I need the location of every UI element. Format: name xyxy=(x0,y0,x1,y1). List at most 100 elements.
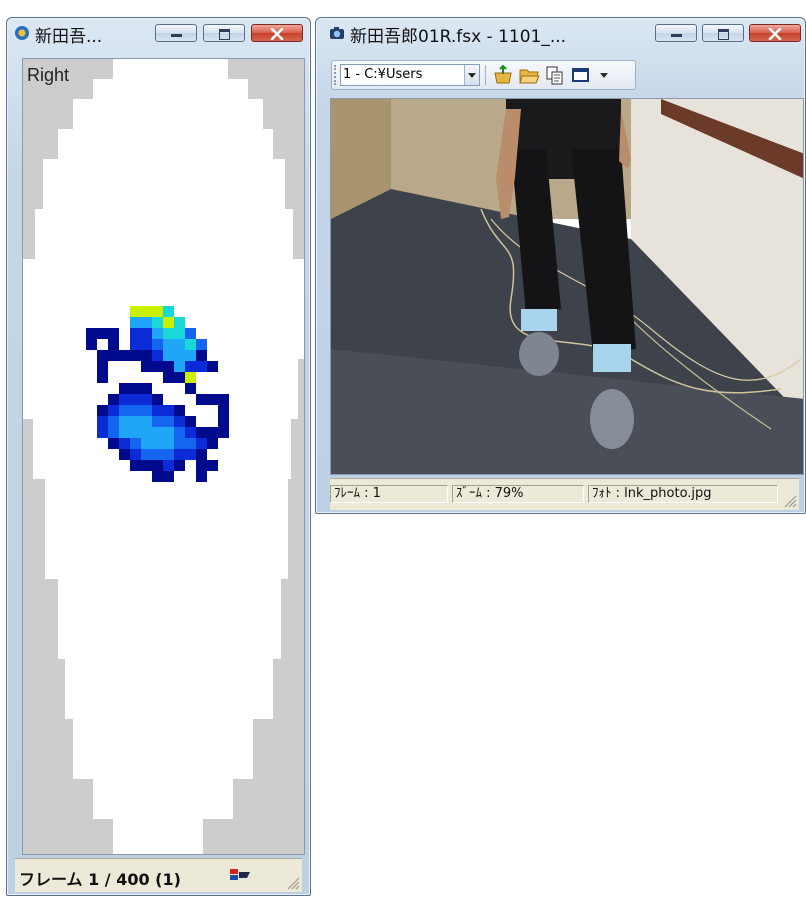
pressure-cell xyxy=(207,361,218,372)
pressure-cell xyxy=(163,416,174,427)
zoom-status: ｽﾞｰﾑ : 79% xyxy=(452,485,584,503)
pressure-cell xyxy=(174,438,185,449)
pressure-cell xyxy=(108,438,119,449)
pressure-cell xyxy=(185,427,196,438)
pressure-cell xyxy=(174,405,185,416)
pressure-cell xyxy=(141,383,152,394)
pressure-cell xyxy=(163,361,174,372)
pressure-cell xyxy=(174,317,185,328)
pressure-cell xyxy=(119,416,130,427)
pressure-cell xyxy=(97,405,108,416)
pressure-cell xyxy=(119,427,130,438)
pressure-cell xyxy=(141,405,152,416)
pressure-cell xyxy=(196,339,207,350)
pressure-cell xyxy=(141,350,152,361)
minimize-icon xyxy=(671,34,682,37)
minimize-button[interactable] xyxy=(155,24,197,42)
pressure-cell xyxy=(152,350,163,361)
pressure-cell xyxy=(130,306,141,317)
pressure-cell xyxy=(185,350,196,361)
pressure-cell xyxy=(152,427,163,438)
open-folder-icon[interactable] xyxy=(518,64,540,86)
pressure-cell xyxy=(141,306,152,317)
status-bar: フレーム 1 / 400 (1) xyxy=(15,858,302,892)
pressure-cell xyxy=(174,449,185,460)
pressure-cell xyxy=(130,405,141,416)
maximize-icon xyxy=(219,29,230,40)
pressure-cell xyxy=(141,438,152,449)
pressure-cell xyxy=(152,416,163,427)
photo-status: ﾌｫﾄ : lnk_photo.jpg xyxy=(588,485,778,503)
pressure-cell xyxy=(174,328,185,339)
pressure-cell xyxy=(141,449,152,460)
pressure-cell xyxy=(163,471,174,482)
photo-window-titlebar[interactable]: 新田吾郎01R.fsx - 1101_... xyxy=(316,18,805,48)
close-button[interactable] xyxy=(251,24,303,42)
pressure-cell xyxy=(97,372,108,383)
pressure-cell xyxy=(141,416,152,427)
minimize-icon xyxy=(171,34,182,37)
copy-icon[interactable] xyxy=(544,64,566,86)
pressure-cell xyxy=(207,394,218,405)
pressure-cell xyxy=(185,383,196,394)
pressure-cell xyxy=(130,328,141,339)
pressure-cell xyxy=(130,449,141,460)
pressure-cell xyxy=(185,361,196,372)
pressure-cell xyxy=(141,460,152,471)
pressure-cell xyxy=(218,416,229,427)
pressure-cell xyxy=(141,394,152,405)
pressure-cell xyxy=(196,449,207,460)
pressure-cell xyxy=(152,460,163,471)
pressure-cell xyxy=(185,328,196,339)
pressure-cell xyxy=(174,372,185,383)
pressure-cell xyxy=(152,405,163,416)
resize-grip-icon[interactable] xyxy=(783,494,797,508)
toolbar-dropdown-icon[interactable] xyxy=(600,73,608,78)
pressure-cell xyxy=(196,350,207,361)
pressure-cell xyxy=(152,471,163,482)
frame-counter: フレーム 1 / 400 (1) xyxy=(19,870,181,889)
pressure-cell xyxy=(119,405,130,416)
pressure-cell xyxy=(174,350,185,361)
pressure-cell xyxy=(174,339,185,350)
pressure-cell xyxy=(86,328,97,339)
pressure-cell xyxy=(130,317,141,328)
pressure-cell xyxy=(185,449,196,460)
pressure-cell xyxy=(130,416,141,427)
pressure-cell xyxy=(119,350,130,361)
pressure-cell xyxy=(130,438,141,449)
close-button[interactable] xyxy=(749,24,801,42)
pressure-cell xyxy=(174,460,185,471)
pressure-cell xyxy=(163,350,174,361)
pressure-cell xyxy=(152,438,163,449)
minimize-button[interactable] xyxy=(655,24,697,42)
pressure-cell xyxy=(130,460,141,471)
pressure-cell xyxy=(207,460,218,471)
maximize-button[interactable] xyxy=(702,24,744,42)
pressure-cell xyxy=(119,394,130,405)
file-select-value: 1 - C:¥Users xyxy=(343,67,423,82)
pressure-cell xyxy=(97,350,108,361)
file-select[interactable]: 1 - C:¥Users xyxy=(340,64,480,86)
pressure-cell xyxy=(218,427,229,438)
chevron-down-icon[interactable] xyxy=(464,65,479,85)
maximize-button[interactable] xyxy=(203,24,245,42)
pressure-cell xyxy=(141,328,152,339)
pressure-cell xyxy=(152,328,163,339)
pressure-cell xyxy=(174,427,185,438)
resize-grip-icon[interactable] xyxy=(286,876,300,890)
import-icon[interactable] xyxy=(492,64,514,86)
pressure-cell xyxy=(130,383,141,394)
pressure-cell xyxy=(196,394,207,405)
window-title: 新田吾郎01R.fsx - 1101_... xyxy=(350,27,567,47)
camera-icon xyxy=(330,27,344,39)
toolbar-grip[interactable] xyxy=(334,65,339,85)
pressure-cell xyxy=(141,339,152,350)
frame-icon[interactable] xyxy=(570,64,592,86)
pressure-cell xyxy=(108,350,119,361)
pressure-cell xyxy=(163,438,174,449)
photo-viewport xyxy=(330,98,804,475)
pressure-window-titlebar[interactable]: 新田吾... xyxy=(7,18,310,48)
flag-icon[interactable] xyxy=(229,868,251,882)
pressure-cell xyxy=(174,361,185,372)
